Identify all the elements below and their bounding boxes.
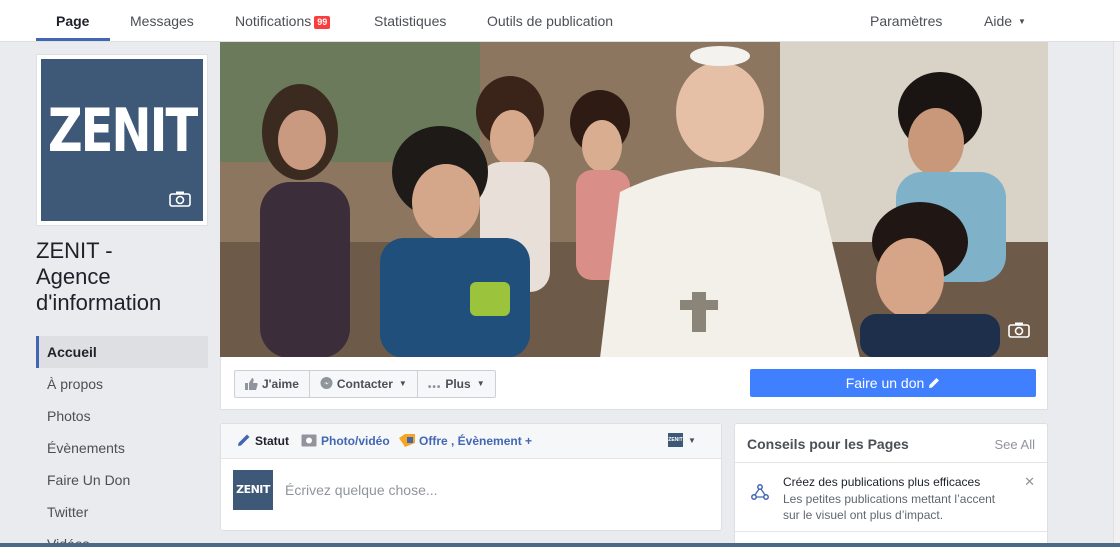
like-label: J'aime bbox=[262, 377, 299, 391]
avatar: ZENIT bbox=[233, 470, 273, 510]
composer-tab-status-label: Statut bbox=[255, 434, 289, 448]
donate-button[interactable]: Faire un don bbox=[750, 369, 1036, 397]
tab-messages[interactable]: Messages bbox=[130, 0, 194, 42]
see-all-link[interactable]: See All bbox=[995, 437, 1035, 452]
post-composer: Statut Photo/vidéo Offre , Évènement + Z… bbox=[220, 423, 722, 531]
tips-title: Conseils pour les Pages bbox=[747, 436, 909, 452]
active-tab-indicator bbox=[36, 38, 110, 41]
profile-picture: ZENIT bbox=[41, 59, 203, 221]
contact-button[interactable]: Contacter ▼ bbox=[310, 371, 418, 397]
divider bbox=[735, 462, 1047, 463]
tab-notifications-label: Notifications bbox=[235, 13, 312, 29]
cover-photo[interactable] bbox=[220, 42, 1048, 358]
page-title-line: d'information bbox=[36, 290, 162, 315]
scrollbar[interactable] bbox=[1113, 42, 1120, 547]
more-dots-icon: ••• bbox=[427, 382, 442, 393]
composer-tab-offer-event[interactable]: Offre , Évènement + bbox=[399, 424, 532, 459]
tab-publishing-tools[interactable]: Outils de publication bbox=[487, 0, 613, 42]
page-title-line: Agence bbox=[36, 264, 111, 289]
sidebar-item-donate[interactable]: Faire Un Don bbox=[36, 464, 208, 496]
contact-label: Contacter bbox=[336, 377, 393, 391]
post-input[interactable]: Écrivez quelque chose... bbox=[285, 482, 438, 498]
donate-label: Faire un don bbox=[845, 375, 925, 391]
chevron-down-icon: ▼ bbox=[476, 379, 485, 388]
photo-icon bbox=[301, 434, 317, 447]
tip-item-title[interactable]: Créez des publications plus efficaces bbox=[783, 475, 980, 489]
composer-tabs: Statut Photo/vidéo Offre , Évènement + Z… bbox=[221, 424, 721, 459]
action-button-group: J'aime Contacter ▼ ••• Plus ▼ bbox=[234, 370, 496, 398]
sidebar-item-events[interactable]: Évènements bbox=[36, 432, 208, 464]
composer-tab-offer-label: Offre , Évènement + bbox=[419, 434, 533, 448]
page-top-nav: Page Messages Notifications 99 Statistiqu… bbox=[0, 0, 1120, 42]
messenger-icon bbox=[320, 377, 333, 389]
offer-tag-icon bbox=[399, 434, 415, 447]
chevron-down-icon[interactable]: ▼ bbox=[688, 436, 696, 445]
like-button[interactable]: J'aime bbox=[235, 371, 310, 397]
pencil-icon bbox=[929, 378, 940, 388]
tip-item-description: Les petites publications mettant l’accen… bbox=[783, 492, 996, 522]
help-menu[interactable]: Aide ▼ bbox=[984, 0, 1026, 42]
zenit-logo: ZENIT bbox=[47, 96, 198, 166]
sidebar-nav: Accueil À propos Photos Évènements Faire… bbox=[36, 336, 208, 547]
tab-settings[interactable]: Paramètres bbox=[870, 0, 942, 42]
chevron-down-icon: ▼ bbox=[398, 379, 407, 388]
page-action-bar: J'aime Contacter ▼ ••• Plus ▼ Faire un don bbox=[220, 357, 1048, 410]
camera-icon[interactable] bbox=[169, 191, 191, 207]
camera-icon[interactable] bbox=[1008, 322, 1030, 338]
tab-page[interactable]: Page bbox=[56, 0, 89, 42]
divider bbox=[735, 531, 1047, 532]
sidebar-item-about[interactable]: À propos bbox=[36, 368, 208, 400]
page-title[interactable]: ZENIT - Agence d'information bbox=[36, 238, 206, 316]
tab-statistics[interactable]: Statistiques bbox=[374, 0, 446, 42]
pencil-icon bbox=[238, 434, 250, 446]
page-title-line: ZENIT - bbox=[36, 238, 113, 263]
thumbs-up-icon bbox=[245, 378, 258, 390]
page-tips-panel: Conseils pour les Pages See All Créez de… bbox=[734, 423, 1048, 547]
cover-photo-image bbox=[220, 42, 1048, 358]
sidebar-item-twitter[interactable]: Twitter bbox=[36, 496, 208, 528]
composer-tab-photo-label: Photo/vidéo bbox=[321, 434, 390, 448]
sidebar-item-home[interactable]: Accueil bbox=[36, 336, 208, 368]
composer-tab-status[interactable]: Statut bbox=[237, 424, 289, 459]
notification-badge: 99 bbox=[314, 16, 331, 29]
close-icon[interactable]: ✕ bbox=[1024, 474, 1035, 490]
more-button[interactable]: ••• Plus ▼ bbox=[418, 371, 495, 397]
profile-picture-frame[interactable]: ZENIT bbox=[36, 54, 208, 226]
sidebar-item-photos[interactable]: Photos bbox=[36, 400, 208, 432]
chevron-down-icon: ▼ bbox=[1018, 17, 1026, 26]
share-nodes-icon bbox=[751, 484, 769, 500]
composer-tab-photo[interactable]: Photo/vidéo bbox=[301, 424, 390, 459]
taskbar-edge bbox=[0, 543, 1120, 547]
tab-notifications[interactable]: Notifications 99 bbox=[235, 0, 331, 42]
help-label: Aide bbox=[984, 13, 1013, 29]
more-label: Plus bbox=[445, 377, 471, 391]
page-identity-avatar[interactable]: ZENIT bbox=[668, 433, 683, 447]
